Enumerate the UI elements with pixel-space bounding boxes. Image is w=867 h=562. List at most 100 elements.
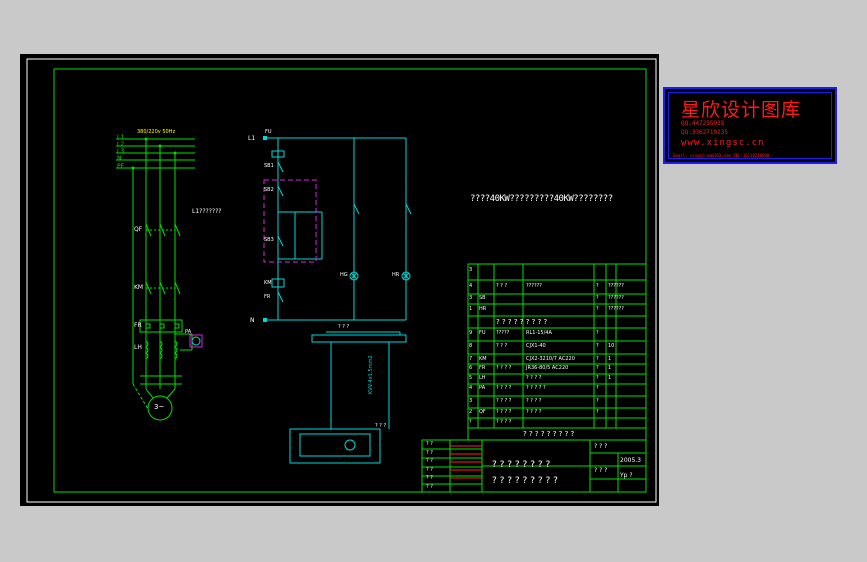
parts-table-cell: ?????? bbox=[526, 283, 542, 289]
parts-table-cell: ?????? bbox=[608, 306, 624, 312]
parts-table-cell: ? bbox=[596, 295, 599, 301]
label-pa: PA bbox=[185, 329, 192, 335]
stamp-title: 星欣设计图库 bbox=[681, 99, 802, 121]
parts-table-cell: 7 bbox=[469, 356, 473, 362]
motor-label: 3~ bbox=[154, 403, 165, 411]
parts-table-cell: ? ? ? ? bbox=[526, 398, 542, 404]
parts-table-cell: ? ? ? ? bbox=[526, 409, 542, 415]
parts-table-cell: LH bbox=[479, 375, 486, 381]
parts-table-cell: ? ? ? ? bbox=[496, 365, 512, 371]
parts-table-cell: QF bbox=[479, 409, 486, 415]
title-cell-date: 2005.3 bbox=[620, 457, 641, 464]
parts-table-cell: 3 bbox=[469, 398, 473, 404]
parts-table-cell: ? ? ? ? bbox=[496, 398, 512, 404]
stamp-qq2: QQ:3362719235 bbox=[681, 129, 728, 136]
parts-table-cell: PA bbox=[479, 385, 486, 391]
supply-label: 380/220v 50Hz bbox=[137, 129, 176, 135]
parts-table-cell: ? ? ? ? ? ? ? ? ? bbox=[496, 318, 548, 326]
title-block-left-cell: ? ? bbox=[426, 466, 433, 473]
parts-table-cell: 3 bbox=[469, 295, 473, 301]
stamp-email: Email: xingsccom@163.com TEL:15110248800 bbox=[673, 153, 770, 158]
parts-table-cell: 8 bbox=[469, 343, 473, 349]
title-block-left-cell: ? ? bbox=[426, 458, 433, 464]
title-cell-3: ? ? ? bbox=[594, 467, 608, 474]
label-hg: HG bbox=[340, 272, 348, 278]
parts-table-cell: CJX2-3210/7 AC220 bbox=[526, 356, 575, 362]
label-sb3: SB3 bbox=[264, 237, 274, 243]
line-label-pe: PE bbox=[117, 163, 125, 170]
parts-table-cell: ? bbox=[596, 343, 599, 349]
label-lh: LH bbox=[134, 344, 142, 351]
parts-table-cell: 5 bbox=[469, 375, 473, 381]
line-label-l1: L1 bbox=[117, 134, 125, 141]
parts-table-cell: JR36-80/5 AC220 bbox=[526, 365, 569, 371]
parts-table-cell: SB bbox=[479, 295, 486, 301]
line-label-l3: L3 bbox=[117, 148, 125, 155]
parts-table-footer: ? ? ? ? ? ? ? ? ? bbox=[523, 430, 575, 438]
title-cell-4: Yp ? bbox=[620, 472, 633, 479]
title-block-left-cell: ? ? bbox=[426, 441, 433, 447]
cable-label: KVV-4x1.5mm2 bbox=[368, 355, 374, 394]
parts-table-cell: ? bbox=[596, 283, 599, 289]
drawing-title: ????40KW?????????40KW???????? bbox=[470, 194, 613, 204]
ctrl-terminal-bottom: N bbox=[250, 317, 255, 324]
electrical-schematic bbox=[26, 58, 657, 503]
parts-table-cell: CJX1-40 bbox=[526, 343, 546, 349]
title-cell-1: ? ? ? bbox=[594, 443, 608, 450]
parts-table-cell: 4 bbox=[469, 385, 473, 391]
label-fu: FU bbox=[265, 129, 272, 135]
parts-table-cell: ? bbox=[469, 419, 472, 425]
parts-table-cell: FU bbox=[479, 330, 486, 336]
parts-table-cell: ? bbox=[596, 356, 599, 362]
label-sb2: SB2 bbox=[264, 187, 274, 193]
title-block-left-cell: ? ? bbox=[426, 483, 433, 490]
parts-table-cell: ? ? ? ? bbox=[496, 419, 512, 425]
terminal-strip-label: ? ? ? bbox=[338, 324, 350, 330]
label-qf: QF bbox=[134, 226, 143, 233]
parts-table-cell: 1 bbox=[608, 375, 612, 381]
parts-table-cell: 10 bbox=[608, 343, 615, 349]
parts-table-cell: ? bbox=[596, 375, 599, 381]
parts-table-cell: ? bbox=[596, 398, 599, 404]
label-sb1: SB1 bbox=[264, 163, 274, 169]
parts-table-cell: 1 bbox=[608, 365, 612, 371]
parts-table-cell: 6 bbox=[469, 365, 473, 371]
parts-table-cell: ????? bbox=[496, 330, 510, 336]
label-km-power: KM bbox=[134, 284, 144, 291]
parts-table-cell: KM bbox=[479, 356, 487, 362]
parts-table-cell: ?????? bbox=[608, 295, 624, 301]
station-label: ? ? ? bbox=[375, 423, 387, 429]
label-km-coil: KM bbox=[264, 280, 272, 286]
parts-table-cell: ? ? ? ? ? bbox=[526, 385, 546, 391]
parts-table-cell: ? ? ? ? bbox=[526, 375, 542, 381]
parts-table-cell: ? ? ? bbox=[496, 343, 508, 349]
parts-table-cell: ? ? ? bbox=[496, 283, 508, 289]
power-circuit bbox=[116, 138, 195, 421]
watermark-stamp: 星欣设计图库 QQ:447255935 QQ:3362719235 www.xi… bbox=[663, 87, 837, 164]
drawing-sheet: 380/220v 50Hz L1 L2 L3 N PE L1??????? QF… bbox=[20, 54, 659, 506]
label-fr-ctrl: FR bbox=[264, 294, 271, 300]
title-block-name2: ? ? ? ? ? ? ? ? ? bbox=[492, 476, 558, 486]
parts-table-cell: FR bbox=[479, 365, 486, 371]
parts-table-cell: ? ? ? ? bbox=[496, 385, 512, 391]
parts-table-cell: 2 bbox=[469, 409, 473, 415]
parts-table-cell: 3 bbox=[469, 267, 473, 273]
line-label-l2: L2 bbox=[117, 141, 125, 148]
line-label-n: N bbox=[117, 155, 122, 162]
stamp-url: www.xingsc.cn bbox=[681, 138, 765, 148]
parts-table-cell: ? ? ? ? bbox=[496, 409, 512, 415]
parts-table-cell: ? bbox=[596, 330, 599, 336]
parts-table-cell: 1 bbox=[469, 306, 473, 312]
parts-table-cell: ? bbox=[596, 385, 599, 391]
label-hr: HR bbox=[392, 272, 400, 278]
parts-table-cell: RL1-15/4A bbox=[526, 330, 552, 336]
parts-table-cell: 4 bbox=[469, 283, 473, 289]
stamp-qq1: QQ:447255935 bbox=[681, 120, 725, 127]
label-fr-power: FR bbox=[134, 322, 142, 329]
parts-table-cell: ? bbox=[596, 409, 599, 415]
parts-table-cell: ?????? bbox=[608, 283, 624, 289]
title-block-left-cell: ? ? bbox=[426, 449, 433, 456]
parts-table-cell: ? bbox=[596, 306, 599, 312]
parts-table-cell: ? bbox=[596, 365, 599, 371]
title-block-name1: ? ? ? ? ? ? ? ? bbox=[492, 460, 551, 470]
